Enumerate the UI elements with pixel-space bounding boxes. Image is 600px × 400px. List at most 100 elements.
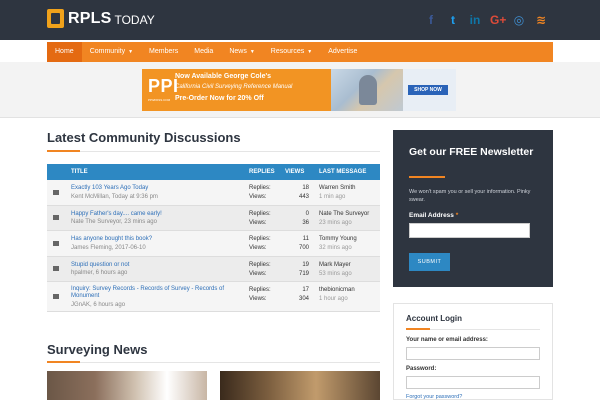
password-label: Password:: [406, 366, 437, 372]
stats-cell: Replies: 19 Views: 719: [249, 261, 309, 279]
topic-link[interactable]: Inquiry: Survey Records - Records of Sur…: [71, 286, 247, 301]
views-label: Views:: [249, 270, 267, 277]
table-row: Stupid question or not hpalmer, 6 hours a…: [47, 256, 380, 282]
col-replies[interactable]: REPLIES: [249, 169, 285, 175]
social-links: f t in G+ ◎ ≋: [424, 13, 548, 27]
table-row: Exactly 103 Years Ago Today Kent McMillan…: [47, 180, 380, 206]
chevron-down-icon: ▼: [307, 49, 313, 55]
chevron-down-icon: ▼: [128, 49, 134, 55]
discussions-title: Latest Community Discussions: [47, 130, 241, 145]
login-widget: Account Login Your name or email address…: [393, 303, 553, 400]
topic-link[interactable]: Stupid question or not: [71, 262, 247, 270]
last-message-cell: Mark Mayer 53 mins ago: [319, 261, 352, 279]
avatar[interactable]: [53, 294, 59, 299]
views-label: Views:: [249, 194, 267, 200]
newsletter-description: We won't spam you or sell your informati…: [409, 189, 531, 203]
col-views[interactable]: VIEWS: [285, 169, 319, 175]
topic-link[interactable]: Has anyone bought this book?: [71, 236, 247, 244]
newsletter-submit-button[interactable]: SUBMIT: [409, 253, 450, 271]
replies-count: 0: [305, 210, 309, 217]
twitter-icon[interactable]: t: [446, 13, 460, 27]
replies-count: 17: [302, 287, 309, 293]
password-field[interactable]: [406, 376, 540, 389]
nav-item-label: Advertise: [328, 48, 358, 55]
newsletter-title: Get our FREE Newsletter: [409, 146, 534, 158]
replies-label: Replies:: [249, 261, 271, 268]
replies-label: Replies:: [249, 236, 271, 242]
nav-item-home[interactable]: Home: [47, 42, 82, 62]
avatar[interactable]: [53, 189, 59, 195]
last-message-cell: Warren Smith 1 min ago: [319, 184, 355, 202]
views-count: 700: [298, 245, 309, 251]
last-poster-link[interactable]: Warren Smith: [319, 184, 355, 193]
nav-item-community[interactable]: Community ▼: [82, 42, 141, 62]
avatar[interactable]: [53, 266, 59, 272]
nav-item-label: Community: [89, 48, 126, 55]
topic-link[interactable]: Exactly 103 Years Ago Today: [71, 185, 247, 193]
col-title[interactable]: TITLE: [47, 169, 249, 175]
site-logo[interactable]: RPLS TODAY: [47, 9, 155, 28]
stats-cell: Replies: 11 Views: 700: [249, 235, 309, 253]
email-label-text: Email Address: [409, 212, 454, 219]
last-message-cell: Tommy Young 32 mins ago: [319, 235, 357, 253]
last-post-time: 1 min ago: [319, 194, 346, 200]
topic-meta: Nate The Surveyor, 23 mins ago: [71, 219, 157, 225]
topic-cell: Exactly 103 Years Ago Today Kent McMillan…: [71, 185, 247, 200]
ad-brand: PPI: [148, 76, 179, 96]
newsletter-widget: Get our FREE Newsletter We won't spam yo…: [393, 130, 553, 287]
nav-item-label: Members: [149, 48, 179, 55]
col-last-message[interactable]: LAST MESSAGE: [319, 169, 380, 175]
nav-item-resources[interactable]: Resources ▼: [263, 42, 320, 62]
linkedin-icon[interactable]: in: [468, 13, 482, 27]
nav-item-media[interactable]: Media: [186, 42, 221, 62]
avatar[interactable]: [53, 240, 59, 246]
newsletter-email-field[interactable]: [409, 223, 530, 238]
discussions-divider: [47, 151, 380, 152]
topic-meta: JGnAK, 6 hours ago: [71, 301, 126, 308]
replies-count: 18: [302, 185, 309, 191]
topic-meta: hpalmer, 6 hours ago: [71, 270, 128, 276]
stats-cell: Replies: 18 Views: 443: [249, 184, 309, 202]
ad-strip: PPI PPI2PASS.COM Now Available George Co…: [0, 62, 600, 118]
main-nav: Home Community ▼ Members Media News ▼ Resources…: [47, 42, 553, 62]
forgot-password-link[interactable]: Forgot your password?: [406, 394, 462, 400]
username-field[interactable]: [406, 347, 540, 360]
ad-subhead: California Civil Surveying Reference Man…: [175, 84, 293, 90]
ad-brand-sub: PPI2PASS.COM: [148, 98, 171, 102]
topic-cell: Inquiry: Survey Records - Records of Sur…: [71, 286, 247, 308]
facebook-icon[interactable]: f: [424, 13, 438, 27]
news-thumbnail[interactable]: [47, 371, 207, 400]
last-poster-link[interactable]: Tommy Young: [319, 235, 357, 244]
ad-shop-button[interactable]: SHOP NOW: [408, 85, 448, 95]
replies-label: Replies:: [249, 287, 271, 293]
site-header: RPLS TODAY f t in G+ ◎ ≋: [0, 0, 600, 40]
ad-photo: [331, 69, 403, 111]
avatar[interactable]: [53, 215, 59, 221]
views-label: Views:: [249, 219, 267, 226]
nav-item-news[interactable]: News ▼: [221, 42, 262, 62]
last-poster-link[interactable]: Nate The Surveyor: [319, 210, 369, 219]
topic-meta: James Fleming, 2017-06-10: [71, 244, 146, 251]
rss-icon[interactable]: ≋: [534, 13, 548, 27]
views-count: 36: [302, 219, 309, 226]
views-count: 443: [298, 194, 309, 200]
news-thumbnail[interactable]: [220, 371, 380, 400]
last-post-time: 53 mins ago: [319, 270, 352, 277]
views-count: 719: [298, 270, 309, 277]
google-plus-icon[interactable]: G+: [490, 13, 506, 27]
instagram-icon[interactable]: ◎: [512, 13, 526, 27]
banner-ad[interactable]: PPI PPI2PASS.COM Now Available George Co…: [142, 69, 456, 111]
nav-item-advertise[interactable]: Advertise: [320, 42, 365, 62]
email-label: Email Address *: [409, 212, 458, 219]
stats-cell: Replies: 17 Views: 304: [249, 286, 309, 304]
logo-mark-icon: [47, 9, 64, 28]
last-post-time: 23 mins ago: [319, 219, 352, 226]
last-poster-link[interactable]: Mark Mayer: [319, 261, 352, 270]
topic-link[interactable]: Happy Father's day.... came early!: [71, 211, 247, 219]
login-title: Account Login: [406, 314, 462, 323]
views-label: Views:: [249, 245, 267, 251]
table-row: Happy Father's day.... came early! Nate T…: [47, 205, 380, 231]
nav-item-members[interactable]: Members: [141, 42, 186, 62]
required-mark: *: [455, 212, 459, 219]
last-poster-link[interactable]: thebionicman: [319, 286, 355, 295]
